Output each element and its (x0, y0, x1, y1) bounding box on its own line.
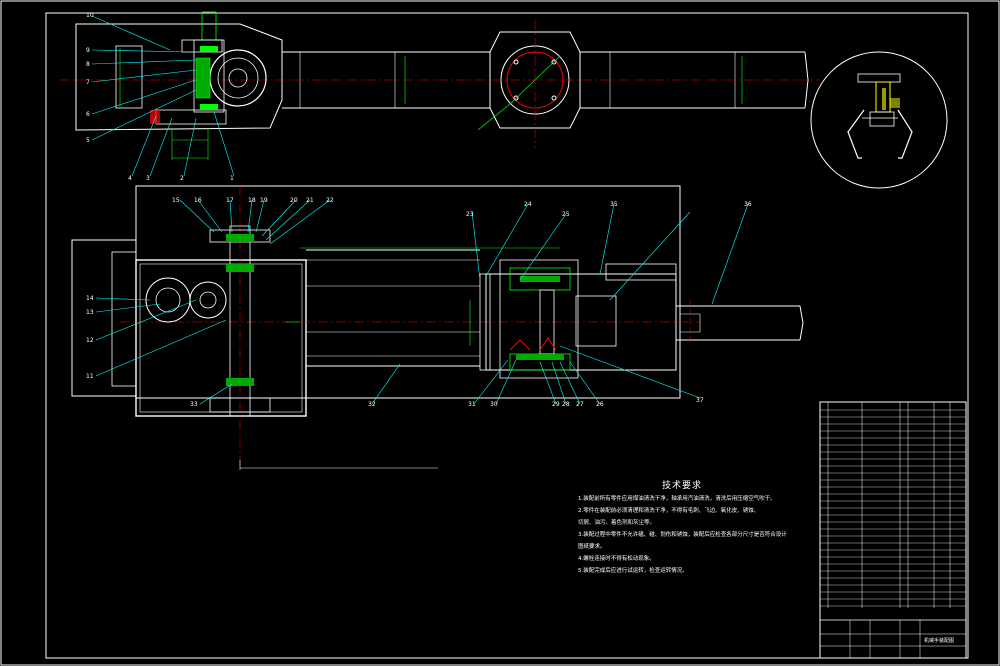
tech-line: 3.装配过程中零件不允许磕、碰、划伤和锈蚀，装配后应检查各部分尺寸是否符合设计 (578, 532, 787, 538)
top-worm-shaft (195, 57, 211, 99)
part-number-label: 20 (290, 197, 298, 204)
drawing-title: 机械手装配图 (924, 638, 955, 644)
part-number-label: 33 (190, 401, 198, 408)
top-housing (75, 23, 283, 131)
part-number-label: 14 (86, 295, 94, 302)
top-view (60, 11, 820, 177)
part-number-label: 28 (562, 401, 570, 408)
part-number-label: 24 (524, 201, 532, 208)
part-number-label: 37 (696, 397, 704, 404)
part-number-label: 36 (744, 201, 752, 208)
gripper-detail-view (810, 51, 948, 189)
part-number-label: 31 (468, 401, 476, 408)
section-gearbox (135, 259, 307, 417)
part-number-label: 29 (552, 401, 560, 408)
part-number-label: 21 (306, 197, 314, 204)
part-number-label: 23 (466, 211, 474, 218)
part-number-label: 32 (368, 401, 376, 408)
part-number-label: 2 (180, 175, 184, 182)
part-number-label: 25 (562, 211, 570, 218)
part-number-label: 5 (86, 137, 90, 144)
tech-title: 技术要求 (662, 481, 703, 491)
part-number-label: 8 (86, 61, 90, 68)
tech-line: 5.装配完成后应进行试运转，检查运转情况。 (578, 568, 688, 574)
part-number-label: 12 (86, 337, 94, 344)
tech-line: 1.装配前所有零件应用煤油清洗干净，轴承用汽油清洗，清洗后用压缩空气吹干。 (578, 496, 776, 502)
part-number-label: 10 (86, 12, 94, 19)
part-number-label: 6 (86, 111, 90, 118)
part-number-label: 3 (146, 175, 150, 182)
part-number-label: 4 (128, 175, 132, 182)
part-number-label: 1 (230, 175, 234, 182)
part-number-label: 27 (576, 401, 584, 408)
part-number-label: 19 (260, 197, 268, 204)
section-view (71, 185, 804, 470)
part-number-label: 30 (490, 401, 498, 408)
part-number-label: 35 (610, 201, 618, 208)
part-number-label: 11 (86, 373, 94, 380)
part-number-label: 9 (86, 47, 90, 54)
tech-line: 4.螺栓连接时不得有松动现象。 (578, 556, 655, 562)
part-number-label: 7 (86, 79, 90, 86)
assembly-drawing: 10987654 3 2 115 16 17 18 19 20 21 221413121133 32 3… (0, 0, 1000, 666)
parts-list-table (819, 401, 967, 659)
part-number-label: 22 (326, 197, 334, 204)
tech-line: 图纸要求。 (578, 544, 606, 550)
part-number-label: 15 (172, 197, 180, 204)
part-number-label: 18 (248, 197, 256, 204)
tech-line: 切屑、油污、着色剂和灰尘等。 (578, 520, 656, 526)
part-number-label: 16 (194, 197, 202, 204)
part-number-label: 26 (596, 401, 604, 408)
tech-line: 2.零件在装配前必须清理和清洗干净，不得有毛刺、飞边、氧化皮、锈蚀、 (578, 508, 760, 514)
part-number-label: 13 (86, 309, 94, 316)
part-number-label: 17 (226, 197, 234, 204)
